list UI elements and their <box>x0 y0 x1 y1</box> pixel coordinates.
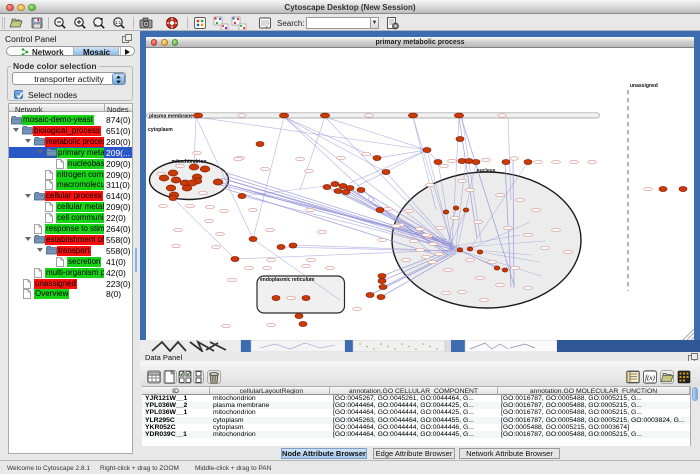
svg-text:unassigned: unassigned <box>630 83 658 89</box>
svg-text:plasma membrane: plasma membrane <box>149 113 193 119</box>
svg-text:cytoplasm: cytoplasm <box>148 127 173 133</box>
svg-text:nucleus: nucleus <box>477 168 496 174</box>
svg-text:1:1: 1:1 <box>115 20 122 25</box>
svg-text:f(x): f(x) <box>645 374 655 382</box>
svg-text:mitochondrion: mitochondrion <box>172 159 207 165</box>
svg-text:endoplasmic reticulum: endoplasmic reticulum <box>260 277 315 283</box>
